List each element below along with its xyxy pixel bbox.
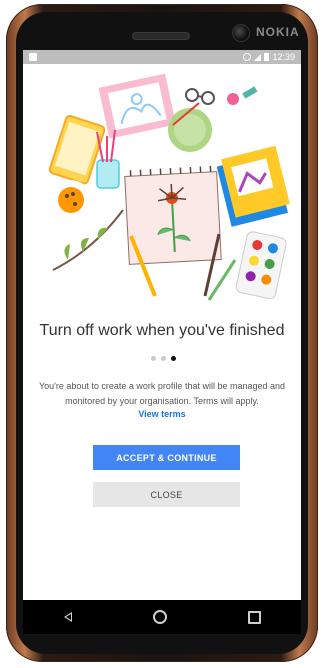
work-profile-illustration [48, 73, 290, 301]
back-icon[interactable] [63, 612, 72, 622]
home-icon[interactable] [152, 610, 167, 624]
page-dot [151, 356, 156, 361]
page-dot-active [171, 356, 176, 361]
accept-continue-button[interactable]: ACCEPT & CONTINUE [93, 445, 240, 470]
page-dot [161, 356, 166, 361]
close-button[interactable]: CLOSE [93, 482, 240, 507]
description-text: You're about to create a work profile th… [38, 381, 286, 406]
notification-icon [29, 53, 37, 61]
screen: 12:39 Turn off work when you've finished… [23, 50, 301, 600]
status-bar: 12:39 [23, 50, 301, 64]
status-time: 12:39 [272, 52, 295, 62]
status-icons: 12:39 [243, 52, 295, 62]
page-indicator [151, 356, 176, 361]
alarm-icon [243, 53, 252, 61]
earpiece-speaker [132, 32, 190, 40]
recent-apps-icon[interactable] [247, 610, 261, 624]
front-camera [232, 24, 250, 42]
navigation-bar [23, 600, 301, 634]
battery-icon [264, 53, 270, 61]
signal-icon [254, 53, 262, 61]
view-terms-link[interactable]: View terms [23, 409, 301, 419]
device-brand: NOKIA [256, 25, 300, 39]
page-title: Turn off work when you've finished [39, 322, 285, 339]
